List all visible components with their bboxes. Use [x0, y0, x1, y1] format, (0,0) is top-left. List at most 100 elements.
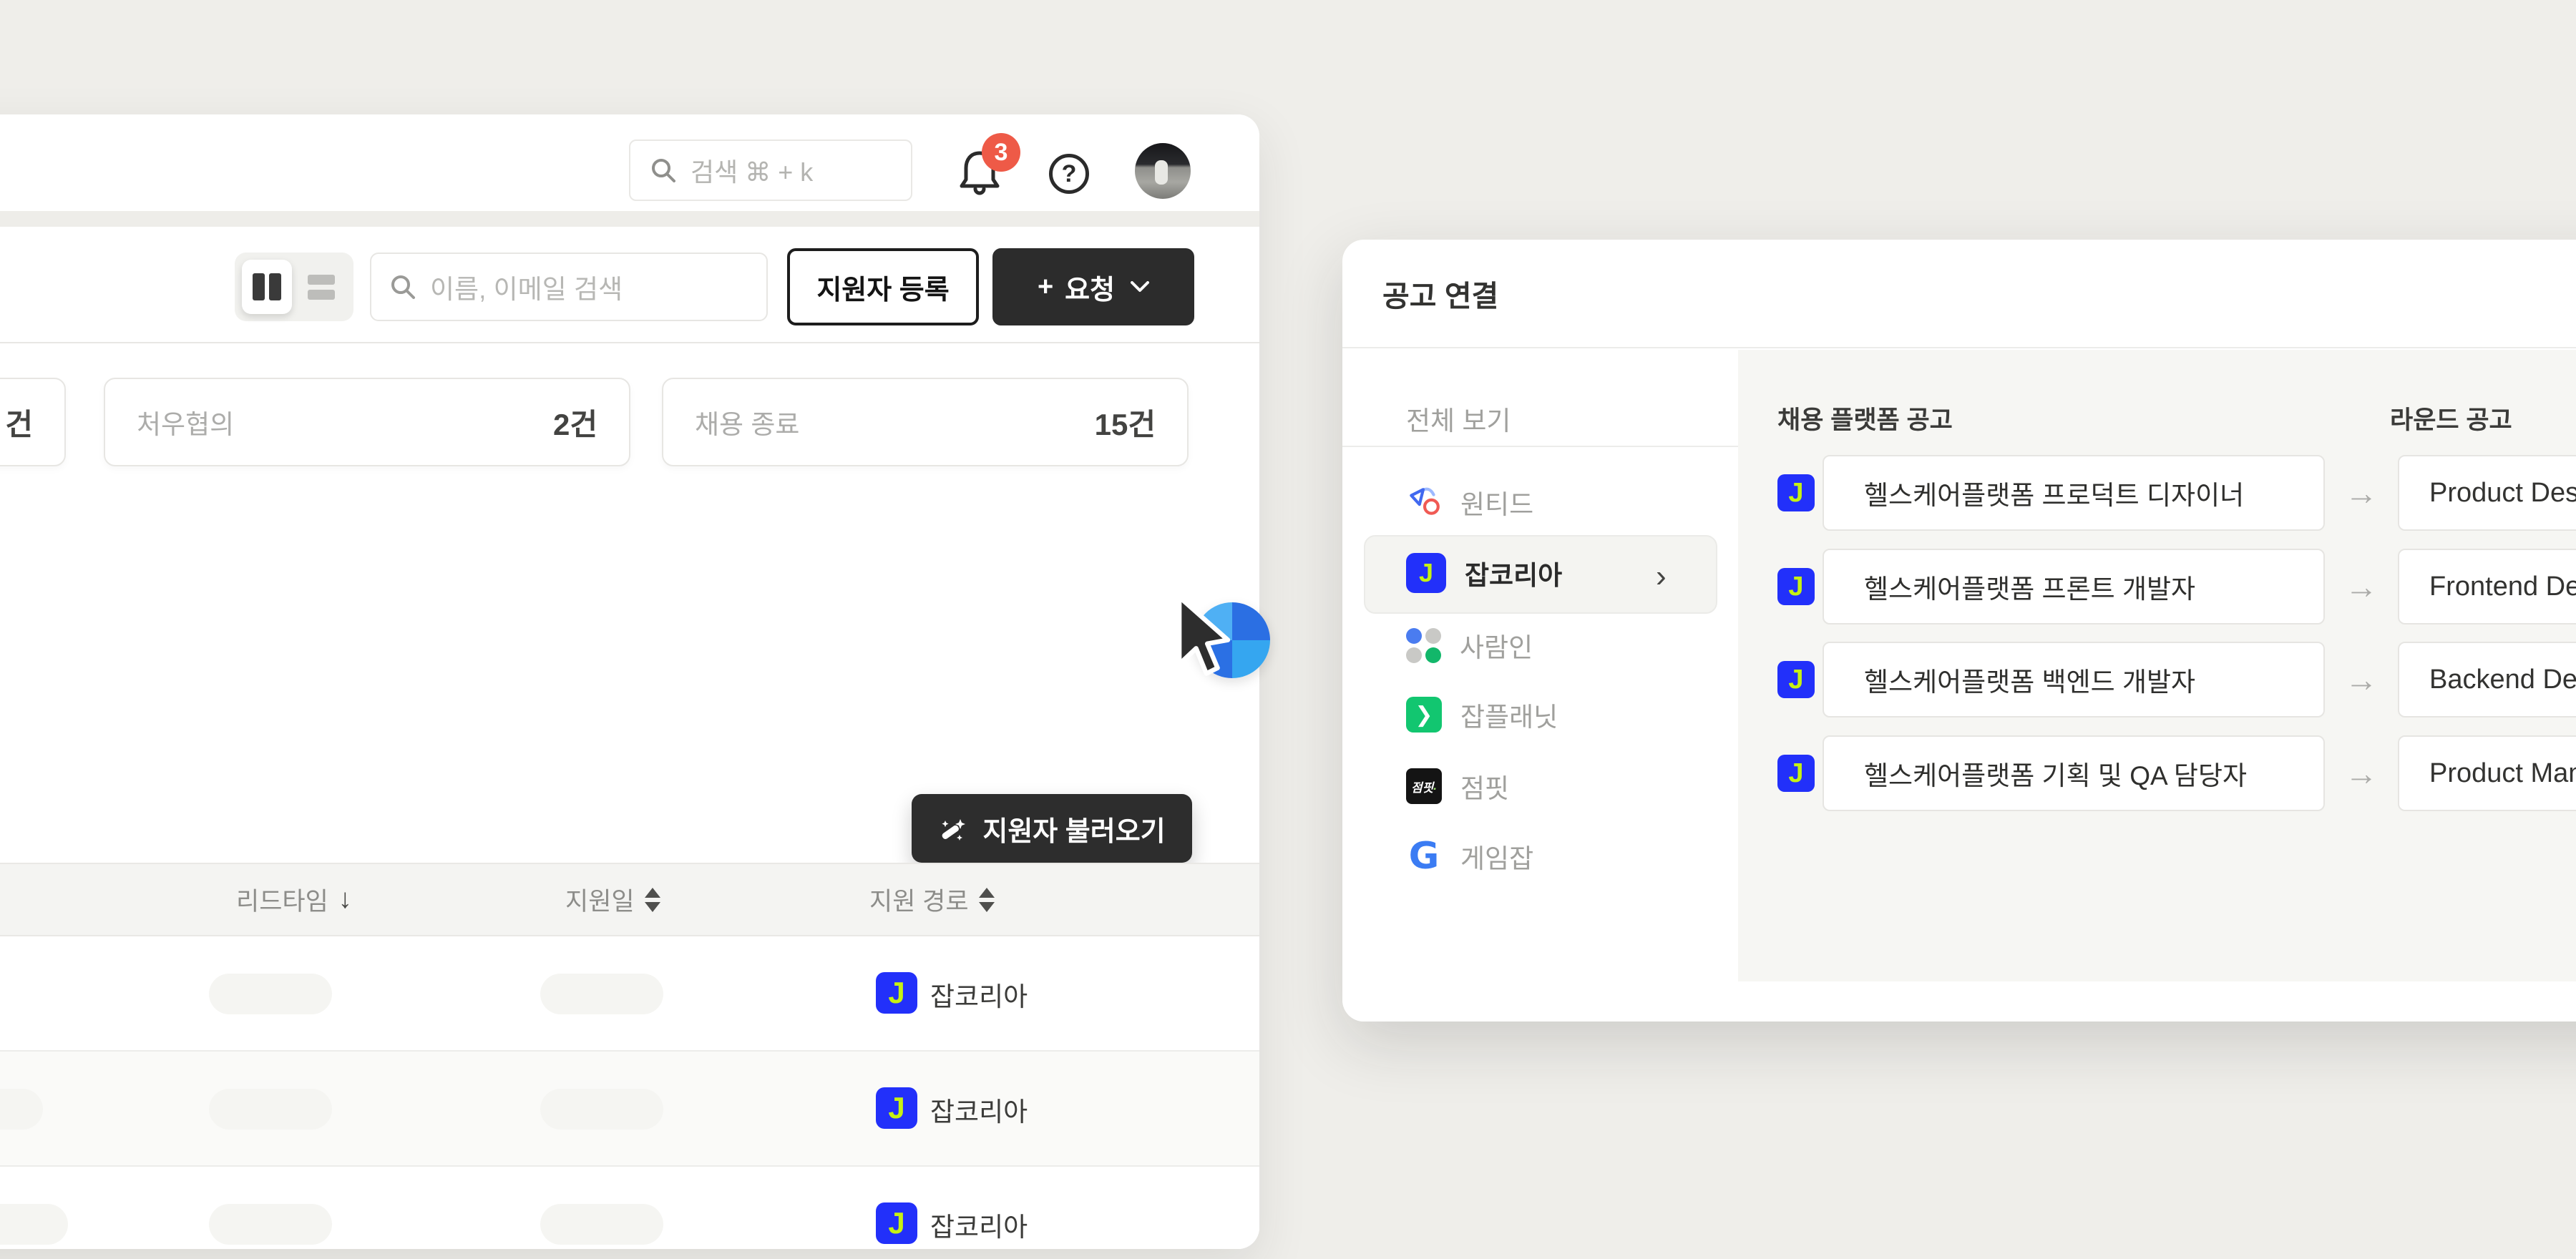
- apply-source-label: 잡코리아: [930, 1167, 1028, 1249]
- jumpit-logo-icon: 점핏.: [1406, 768, 1442, 804]
- posting-mapping-row: J 헬스케어플랫폼 기획 및 QA 담당자 → Product Manager: [1738, 735, 2576, 811]
- apply-source-label: 잡코리아: [930, 1052, 1028, 1167]
- jobkorea-badge-icon: J: [1777, 661, 1815, 698]
- posting-mapping-panel: 채용 플랫폼 공고 라운드 공고 J 헬스케어플랫폼 프로덕트 디자이너 → P…: [1738, 350, 2576, 1022]
- chevron-right-icon: ›: [1656, 559, 1667, 594]
- skeleton-placeholder: [540, 1089, 663, 1130]
- skeleton-placeholder: [0, 1204, 68, 1245]
- board-content: 건 처우협의 2건 채용 종료 15건 지원자 불러오기: [0, 345, 1259, 1249]
- sort-desc-icon: ↓: [338, 884, 352, 915]
- platform-posting-item[interactable]: 헬스케어플랫폼 백엔드 개발자: [1823, 642, 2325, 717]
- skeleton-placeholder: [540, 974, 663, 1014]
- sidebar-item-saramin[interactable]: 사람인: [1342, 609, 1738, 681]
- stat-card-value: 2건: [553, 401, 597, 444]
- chevron-down-icon: [1131, 281, 1149, 293]
- global-search-input[interactable]: 검색 ⌘ + k: [629, 139, 912, 201]
- platform-column-title: 채용 플랫폼 공고: [1777, 400, 1953, 436]
- jobkorea-badge-icon: J: [1777, 568, 1815, 605]
- arrow-right-icon: →: [2345, 735, 2378, 811]
- platform-sidebar: 전체 보기 원티드 J 잡코리아 ›: [1342, 350, 1738, 1022]
- jobkorea-badge-icon: J: [876, 972, 917, 1014]
- stat-card-value: 건: [5, 401, 33, 444]
- sidebar-item-jobplanet[interactable]: ❯ 잡플래닛: [1342, 679, 1738, 750]
- register-applicant-button[interactable]: 지원자 등록: [787, 248, 979, 325]
- round-posting-item[interactable]: Product Manager: [2398, 735, 2576, 811]
- search-icon: [390, 274, 416, 300]
- jobkorea-logo-icon: J: [1406, 553, 1446, 593]
- import-applicants-label: 지원자 불러오기: [982, 809, 1165, 848]
- platform-posting-item[interactable]: 헬스케어플랫폼 프로덕트 디자이너: [1823, 455, 2325, 531]
- applicant-search-placeholder: 이름, 이메일 검색: [430, 268, 623, 306]
- stat-card-label: 채용 종료: [695, 403, 799, 441]
- table-row[interactable]: J 잡코리아: [0, 1052, 1259, 1167]
- screen: 검색 ⌘ + k 3 ?: [0, 0, 2576, 1259]
- skeleton-placeholder: [0, 1089, 43, 1130]
- list-view-button[interactable]: [296, 260, 346, 314]
- notification-badge: 3: [982, 133, 1020, 172]
- wanted-logo-icon: [1406, 484, 1442, 520]
- request-button[interactable]: + 요청: [992, 248, 1194, 325]
- posting-mapping-row: J 헬스케어플랫폼 프로덕트 디자이너 → Product Designer: [1738, 455, 2576, 531]
- view-toggle: [235, 253, 353, 321]
- skeleton-placeholder: [209, 1204, 332, 1245]
- notifications-button[interactable]: 3: [956, 143, 1010, 197]
- column-header-apply-source[interactable]: 지원 경로: [869, 864, 995, 935]
- user-avatar[interactable]: [1135, 143, 1191, 199]
- search-icon: [650, 157, 676, 183]
- skeleton-placeholder: [209, 1089, 332, 1130]
- arrow-right-icon: →: [2345, 642, 2378, 717]
- skeleton-placeholder: [540, 1204, 663, 1245]
- posting-mapping-row: J 헬스케어플랫폼 프론트 개발자 → Frontend Developer: [1738, 549, 2576, 624]
- kanban-view-button[interactable]: [242, 260, 292, 314]
- platform-posting-item[interactable]: 헬스케어플랫폼 기획 및 QA 담당자: [1823, 735, 2325, 811]
- modal-title: 공고 연결: [1382, 272, 1498, 315]
- sidebar-item-all[interactable]: 전체 보기: [1342, 391, 1738, 447]
- modal-body: 전체 보기 원티드 J 잡코리아 ›: [1342, 350, 2576, 1022]
- jobkorea-badge-icon: J: [1777, 755, 1815, 792]
- sidebar-item-jumpit[interactable]: 점핏. 점핏: [1342, 750, 1738, 822]
- table-row[interactable]: J 잡코리아: [0, 1167, 1259, 1249]
- stat-card-label: 처우협의: [137, 403, 234, 441]
- column-header-applied-date[interactable]: 지원일: [565, 864, 660, 935]
- avatar-image: [1155, 160, 1168, 185]
- arrow-right-icon: →: [2345, 455, 2378, 531]
- posting-link-modal: 공고 연결 전체 보기 원티드 J 잡코리아: [1342, 240, 2576, 1022]
- arrow-right-icon: →: [2345, 549, 2378, 624]
- stat-card-closed[interactable]: 채용 종료 15건: [662, 378, 1189, 466]
- saramin-logo-icon: [1406, 628, 1441, 663]
- round-posting-item[interactable]: Product Designer: [2398, 455, 2576, 531]
- table-header: 리드타임 ↓ 지원일 지원 경로: [0, 863, 1259, 936]
- table-row[interactable]: J 잡코리아: [0, 936, 1259, 1052]
- modal-footer: [1738, 981, 2576, 1022]
- round-posting-item[interactable]: Frontend Developer: [2398, 549, 2576, 624]
- sort-both-icon: [645, 888, 660, 912]
- sidebar-item-jobkorea[interactable]: J 잡코리아: [1342, 537, 1738, 609]
- help-button[interactable]: ?: [1049, 154, 1089, 194]
- round-posting-item[interactable]: Backend Developer: [2398, 642, 2576, 717]
- global-search-placeholder: 검색 ⌘ + k: [691, 152, 813, 189]
- round-column-title: 라운드 공고: [2390, 400, 2512, 436]
- stat-card-partial[interactable]: 건: [0, 378, 66, 466]
- skeleton-placeholder: [209, 974, 332, 1014]
- jobplanet-logo-icon: ❯: [1406, 697, 1442, 733]
- sidebar-item-wanted[interactable]: 원티드: [1342, 466, 1738, 538]
- help-icon: ?: [1062, 160, 1077, 188]
- app-topbar: 검색 ⌘ + k 3 ?: [0, 114, 1259, 211]
- column-header-leadtime[interactable]: 리드타임 ↓: [236, 864, 352, 935]
- list-view-icon: [308, 275, 335, 300]
- gamejob-logo-icon: G: [1406, 838, 1442, 874]
- applicant-search-input[interactable]: 이름, 이메일 검색: [370, 253, 768, 321]
- applicant-board-window: 검색 ⌘ + k 3 ?: [0, 114, 1259, 1249]
- modal-header: 공고 연결: [1342, 240, 2576, 348]
- request-button-label: 요청: [1065, 268, 1115, 307]
- mouse-cursor-icon: [1166, 595, 1241, 681]
- kanban-view-icon: [253, 273, 265, 300]
- import-applicants-button[interactable]: 지원자 불러오기: [912, 794, 1192, 863]
- magic-wand-icon: [938, 813, 968, 843]
- sort-both-icon: [979, 888, 995, 912]
- platform-posting-item[interactable]: 헬스케어플랫폼 프론트 개발자: [1823, 549, 2325, 624]
- stat-card-negotiation[interactable]: 처우협의 2건: [104, 378, 630, 466]
- apply-source-label: 잡코리아: [930, 936, 1028, 1052]
- sidebar-item-gamejob[interactable]: G 게임잡: [1342, 820, 1738, 892]
- jobkorea-badge-icon: J: [876, 1202, 917, 1244]
